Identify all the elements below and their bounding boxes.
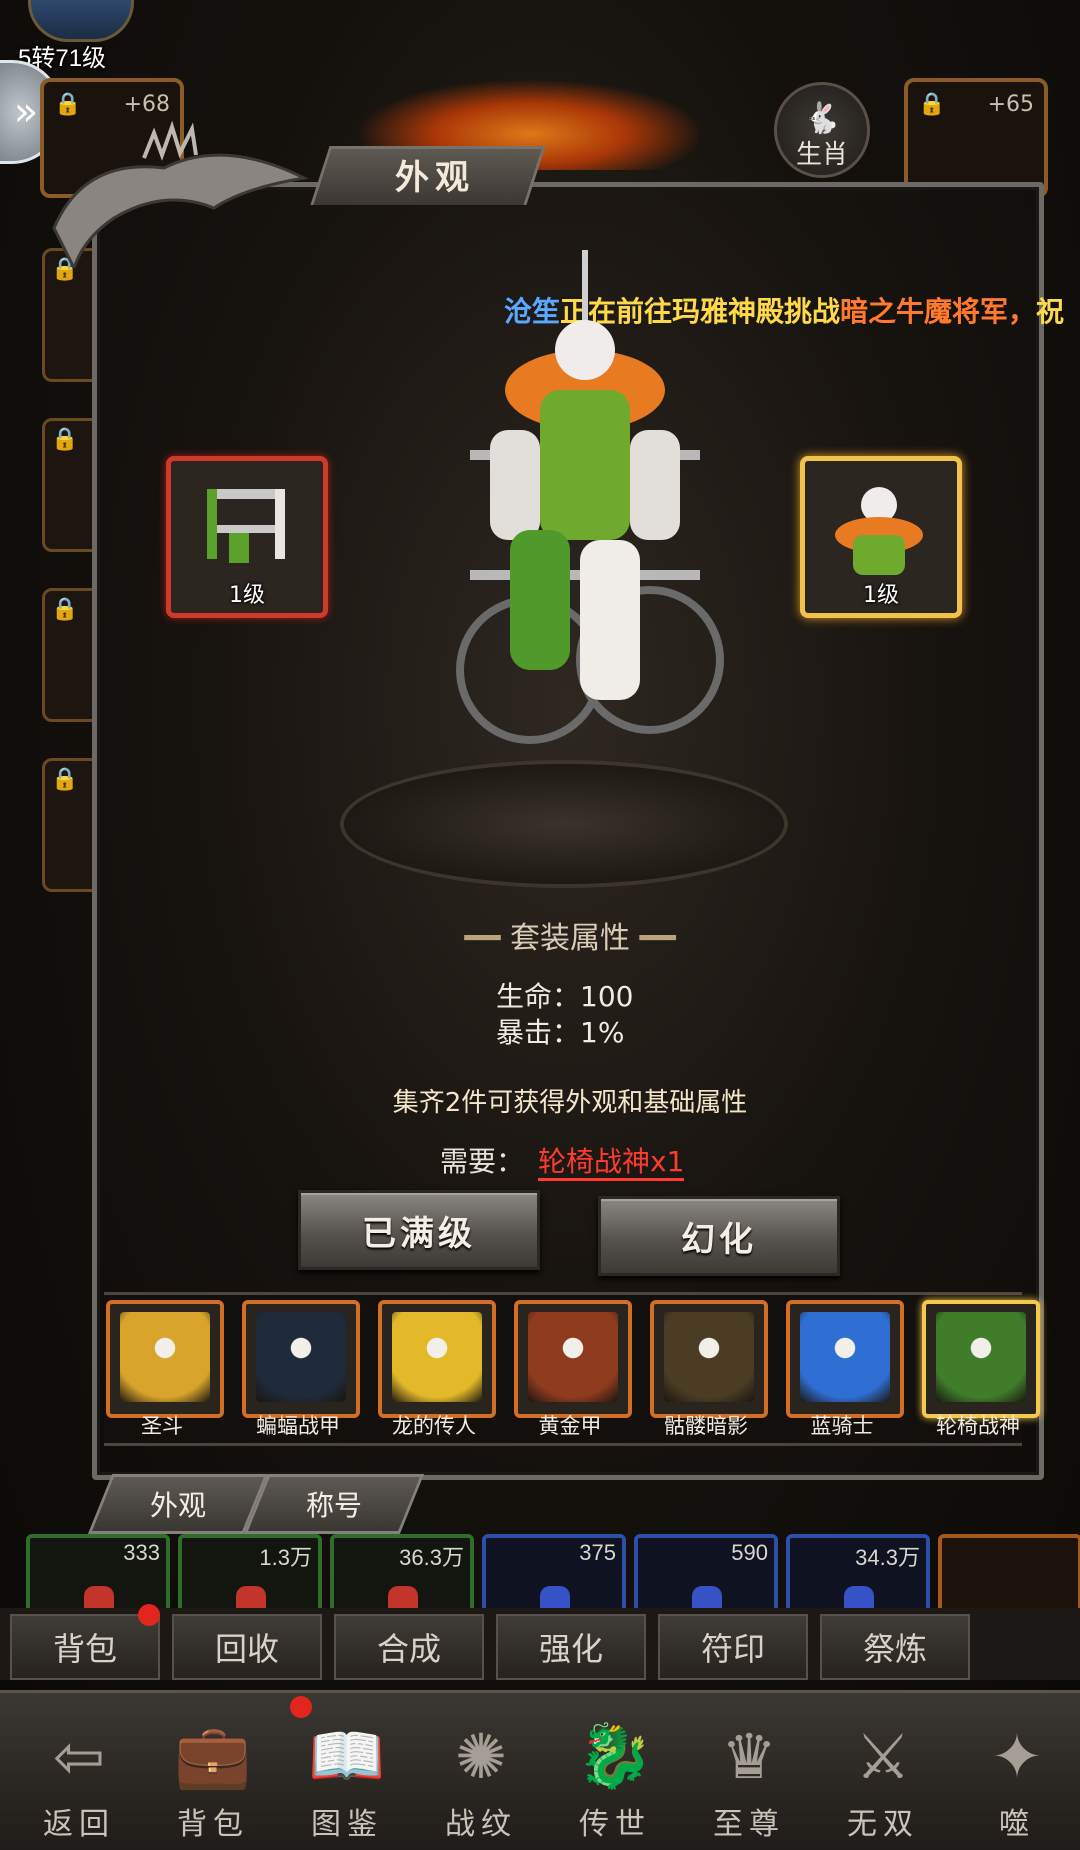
notice-tail: 祝 (1036, 295, 1065, 328)
need-item-link[interactable]: 轮椅战神x1 (538, 1145, 685, 1181)
display-pedestal (340, 760, 788, 888)
lock-icon: 🔒 (54, 92, 82, 117)
potion-count: 1.3万 (259, 1545, 312, 1570)
potion-count: 375 (579, 1540, 616, 1565)
dragon-icon: 🐉 (576, 1719, 654, 1792)
need-label: 需要： (440, 1145, 525, 1178)
slot-level: 1级 (863, 583, 899, 608)
set-attributes-title: ━━ 套装属性 ━━ (420, 913, 720, 957)
lock-icon: 🔒 (51, 597, 79, 622)
crown-helmet-icon: ♛ (721, 1719, 777, 1793)
slot-level: 1级 (229, 583, 265, 608)
tab-title-label: 称号 (305, 1489, 362, 1522)
tab-title[interactable]: 称号 (243, 1474, 425, 1534)
nav-item-backpack[interactable]: 💼 背包 (148, 1698, 278, 1847)
skin-item[interactable] (106, 1300, 224, 1418)
equip-slot-armor[interactable]: 1级 (800, 456, 962, 618)
wheelchair-warrior-model (456, 250, 724, 744)
nav-item-war-seal[interactable]: ✺ 战纹 (416, 1698, 546, 1847)
skin-name: 圣斗 (141, 1414, 183, 1438)
potion-count: 333 (123, 1540, 160, 1565)
requirement-row: 需要： 轮椅战神x1 (440, 1140, 685, 1181)
panel-title: 外观 (395, 158, 475, 198)
wheelchair-item-icon (207, 489, 285, 563)
skin-item[interactable] (786, 1300, 904, 1418)
skin-portrait-icon (392, 1312, 482, 1402)
skin-name: 蝙蝠战甲 (256, 1414, 340, 1438)
tab-appearance-label: 外观 (149, 1489, 206, 1522)
skin-item[interactable] (650, 1300, 768, 1418)
skin-name: 黄金甲 (538, 1414, 602, 1438)
skin-portrait-icon (120, 1312, 210, 1402)
skin-portrait-icon (936, 1312, 1026, 1402)
skin-name: 龙的传人 (392, 1414, 476, 1438)
lock-icon: 🔒 (51, 767, 79, 792)
zodiac-button[interactable]: 🐇 生肖 (774, 82, 870, 178)
title-ornament-left: ━━ (464, 921, 510, 956)
bag-action-button[interactable]: 祭炼 (820, 1614, 970, 1680)
skin-name: 轮椅战神 (936, 1414, 1020, 1438)
nav-item-devour[interactable]: ✦ 噬 (952, 1698, 1080, 1847)
bag-action-button[interactable]: 合成 (334, 1614, 484, 1680)
skin-item[interactable] (378, 1300, 496, 1418)
skin-portrait-icon (256, 1312, 346, 1402)
equip-slot-wheelchair[interactable]: 1级 (166, 456, 328, 618)
war-seal-icon: ✺ (455, 1719, 507, 1793)
double-chevron-right-icon: » (13, 89, 39, 135)
bag-action-button[interactable]: 背包 (10, 1614, 160, 1680)
top-equip-slot-right[interactable]: 🔒 +65 (904, 78, 1048, 198)
nav-label: 战纹 (445, 1807, 517, 1842)
skin-portrait-icon (664, 1312, 754, 1402)
lock-icon: 🔒 (918, 92, 946, 117)
nav-label: 返回 (43, 1807, 115, 1842)
back-arrow-icon: ⇦ (53, 1719, 105, 1793)
nav-item-warrior[interactable]: ⚔ 无双 (818, 1698, 948, 1847)
potion-count: 590 (731, 1540, 768, 1565)
notification-dot (138, 1604, 160, 1626)
zodiac-label: 生肖 (795, 140, 848, 170)
dragon-ornament-icon (52, 120, 309, 268)
slot-bonus: +68 (123, 92, 170, 117)
set-title-text: 套装属性 (510, 921, 630, 956)
nav-label: 无双 (847, 1807, 919, 1842)
potion-count: 36.3万 (399, 1545, 464, 1570)
armor-item-icon (835, 487, 923, 575)
notice-target: 暗之牛魔将军， (840, 295, 1037, 328)
skin-item[interactable] (922, 1300, 1040, 1418)
stat-hp: 生命：100 (496, 980, 634, 1013)
title-ornament-right: ━━ (630, 921, 676, 956)
potion-count: 34.3万 (855, 1545, 920, 1570)
nav-label: 传世 (579, 1807, 651, 1842)
lock-icon: 🔒 (51, 427, 79, 452)
skin-name: 蓝骑士 (810, 1414, 874, 1438)
skin-name: 骷髅暗影 (664, 1414, 748, 1438)
nav-item-crown-helmet[interactable]: ♛ 至尊 (684, 1698, 814, 1847)
nav-item-back-arrow[interactable]: ⇦ 返回 (14, 1698, 144, 1847)
notification-dot (290, 1696, 312, 1718)
nav-label: 背包 (177, 1807, 249, 1842)
bag-action-button[interactable]: 符印 (658, 1614, 808, 1680)
stat-crit: 暴击：1% (496, 1016, 625, 1049)
slot-bonus: +65 (987, 92, 1034, 117)
skin-portrait-icon (800, 1312, 890, 1402)
nav-item-dragon[interactable]: 🐉 传世 (550, 1698, 680, 1847)
nav-label: 至尊 (713, 1807, 785, 1842)
codex-icon: 📖 (308, 1719, 386, 1792)
bag-action-button[interactable]: 强化 (496, 1614, 646, 1680)
warrior-icon: ⚔ (855, 1719, 911, 1793)
skin-item[interactable] (514, 1300, 632, 1418)
devour-icon: ✦ (991, 1719, 1043, 1793)
max-level-button[interactable]: 已满级 (298, 1190, 540, 1270)
transform-button[interactable]: 幻化 (598, 1196, 840, 1276)
collect-hint: 集齐2件可获得外观和基础属性 (392, 1088, 748, 1118)
nav-label: 噬 (999, 1807, 1035, 1842)
bag-action-button[interactable]: 回收 (172, 1614, 322, 1680)
skin-portrait-icon (528, 1312, 618, 1402)
skin-item[interactable] (242, 1300, 360, 1418)
backpack-icon: 💼 (174, 1719, 252, 1792)
nav-item-codex[interactable]: 📖 图鉴 (282, 1698, 412, 1847)
nav-label: 图鉴 (311, 1807, 383, 1842)
tab-appearance[interactable]: 外观 (87, 1474, 269, 1534)
rabbit-icon: 🐇 (803, 101, 841, 136)
